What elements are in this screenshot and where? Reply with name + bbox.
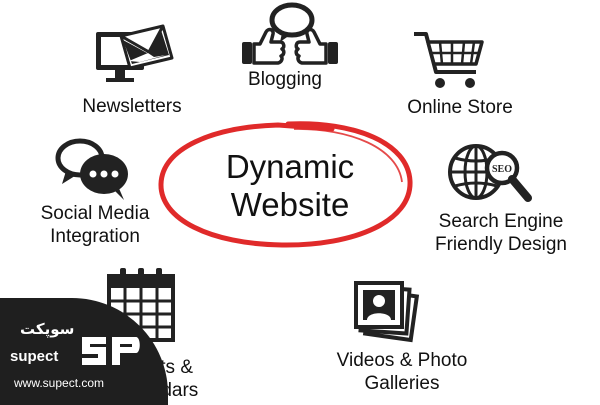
photo-stack-icon (354, 281, 420, 343)
shopping-cart-icon (414, 32, 484, 88)
label-videos: Videos & Photo Galleries (318, 349, 486, 395)
label-videos-line2: Galleries (364, 373, 440, 394)
watermark-url: www.supect.com (14, 376, 105, 390)
watermark-brand: supect (10, 348, 59, 365)
dynamic-website-diagram: Dynamic Website Newsletters Blogging Onl… (0, 0, 600, 405)
label-social-line1: Social Media (40, 203, 150, 224)
label-seo: Search Engine Friendly Design (414, 210, 588, 256)
center-title-line1: Dynamic (225, 148, 355, 185)
label-blogging: Blogging (248, 69, 322, 90)
label-social-media: Social Media Integration (20, 202, 170, 248)
seo-badge-text: SEO (492, 164, 512, 175)
label-newsletters: Newsletters (82, 96, 182, 117)
watermark-arabic: سوپکت (20, 321, 75, 338)
monitor-envelope-icon (96, 24, 174, 82)
center-title-line2: Website (230, 186, 350, 223)
label-seo-line1: Search Engine (438, 211, 564, 232)
chat-bubbles-icon (55, 138, 128, 200)
label-videos-line1: Videos & Photo (336, 350, 468, 371)
thumbs-up-icon (242, 2, 338, 65)
label-online-store: Online Store (407, 97, 513, 118)
globe-magnifier-icon: SEO (448, 144, 532, 202)
supect-logo-icon (82, 337, 140, 365)
label-seo-line2: Friendly Design (435, 234, 567, 255)
center-title: Dynamic Website (190, 148, 390, 224)
label-social-line2: Integration (50, 226, 140, 247)
